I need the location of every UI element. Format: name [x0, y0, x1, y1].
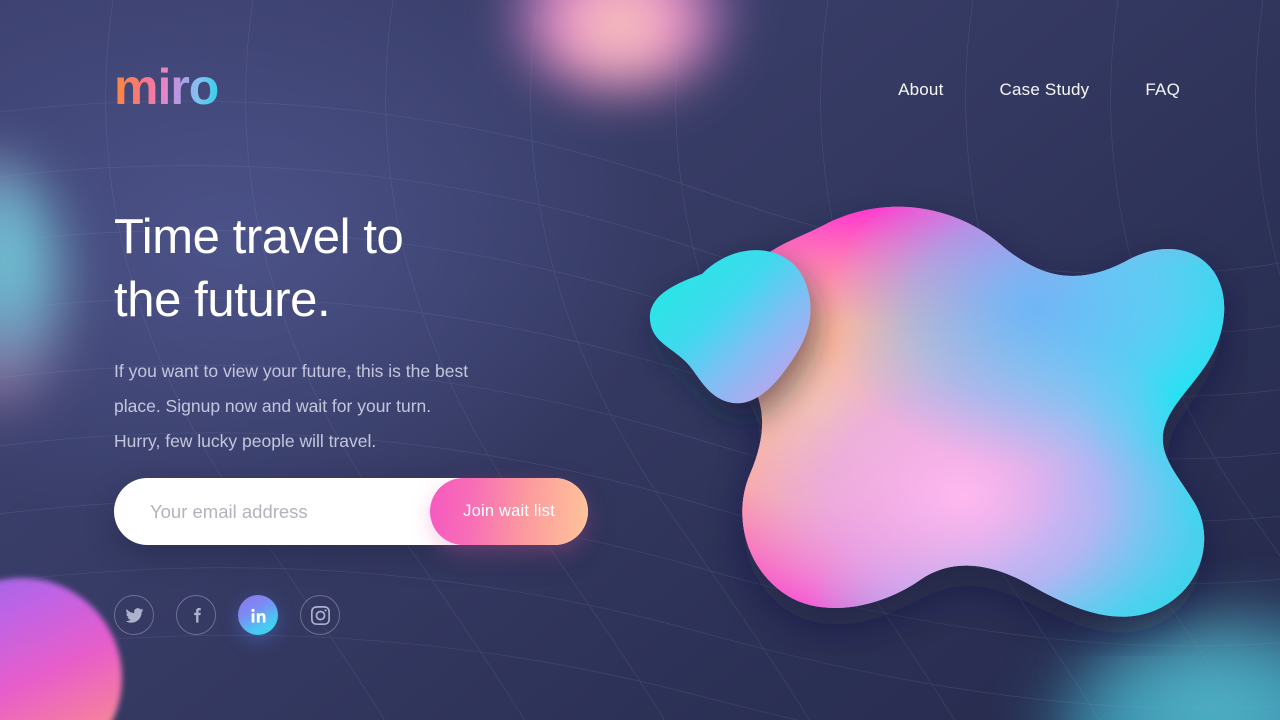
nav-item-faq[interactable]: FAQ [1145, 80, 1180, 100]
brand-logo[interactable]: miro [114, 62, 219, 112]
social-link-twitter[interactable] [114, 595, 154, 635]
hero-section: Time travel to the future. If you want t… [114, 206, 634, 458]
main-navigation: About Case Study FAQ [898, 80, 1180, 100]
signup-form: Join wait list [114, 478, 588, 545]
twitter-icon [125, 607, 143, 623]
social-link-linkedin[interactable] [238, 595, 278, 635]
hero-subcopy: If you want to view your future, this is… [114, 361, 469, 451]
instagram-icon [310, 605, 330, 625]
join-wait-list-button[interactable]: Join wait list [430, 478, 588, 545]
landing-page: miro About Case Study FAQ Time travel to… [0, 0, 1280, 720]
bottom-left-blob [0, 578, 122, 720]
page-title: Time travel to the future. [114, 210, 404, 328]
linkedin-icon [250, 608, 266, 623]
site-header: miro About Case Study FAQ [0, 0, 1280, 165]
nav-item-case-study[interactable]: Case Study [1000, 80, 1090, 100]
social-link-facebook[interactable] [176, 595, 216, 635]
social-link-instagram[interactable] [300, 595, 340, 635]
nav-item-about[interactable]: About [898, 80, 943, 100]
social-links [114, 595, 340, 635]
email-field[interactable] [114, 478, 430, 545]
facebook-icon [193, 607, 201, 623]
left-cyan-glow [0, 155, 65, 415]
gradient-blob-illustration [649, 206, 1225, 617]
